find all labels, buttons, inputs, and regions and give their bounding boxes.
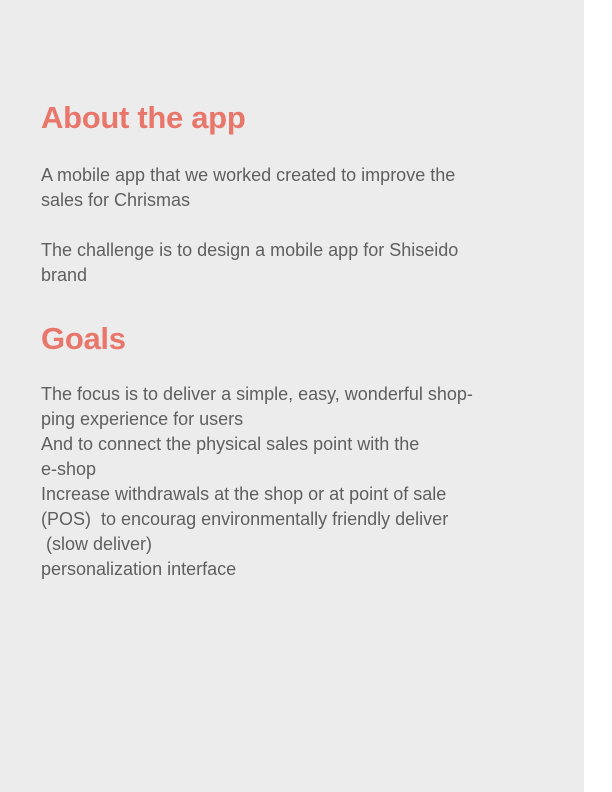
about-heading: About the app — [41, 100, 246, 135]
content-panel: About the app A mobile app that we worke… — [0, 0, 584, 792]
text-line: sales for Chrismas — [41, 190, 191, 210]
goal-line: And to connect the physical sales point … — [41, 434, 420, 454]
goal-line: personalization interface — [41, 559, 237, 579]
goal-line: Increase withdrawals at the shop or at p… — [41, 484, 447, 504]
goal-line: ping experience for users — [41, 409, 244, 429]
goal-line: e-shop — [41, 459, 97, 479]
goal-line: (slow deliver) — [41, 534, 153, 554]
goal-line: The focus is to deliver a simple, easy, … — [41, 384, 473, 404]
goal-line: (POS) to encourag environmentally friend… — [41, 509, 449, 529]
goals-list: The focus is to deliver a simple, easy, … — [41, 382, 473, 582]
text-line: brand — [41, 265, 88, 285]
text-line: A mobile app that we worked created to i… — [41, 165, 456, 185]
text-line: The challenge is to design a mobile app … — [41, 240, 459, 260]
goals-heading: Goals — [41, 321, 126, 356]
about-paragraph-purpose: A mobile app that we worked created to i… — [41, 163, 455, 213]
about-paragraph-challenge: The challenge is to design a mobile app … — [41, 238, 458, 288]
